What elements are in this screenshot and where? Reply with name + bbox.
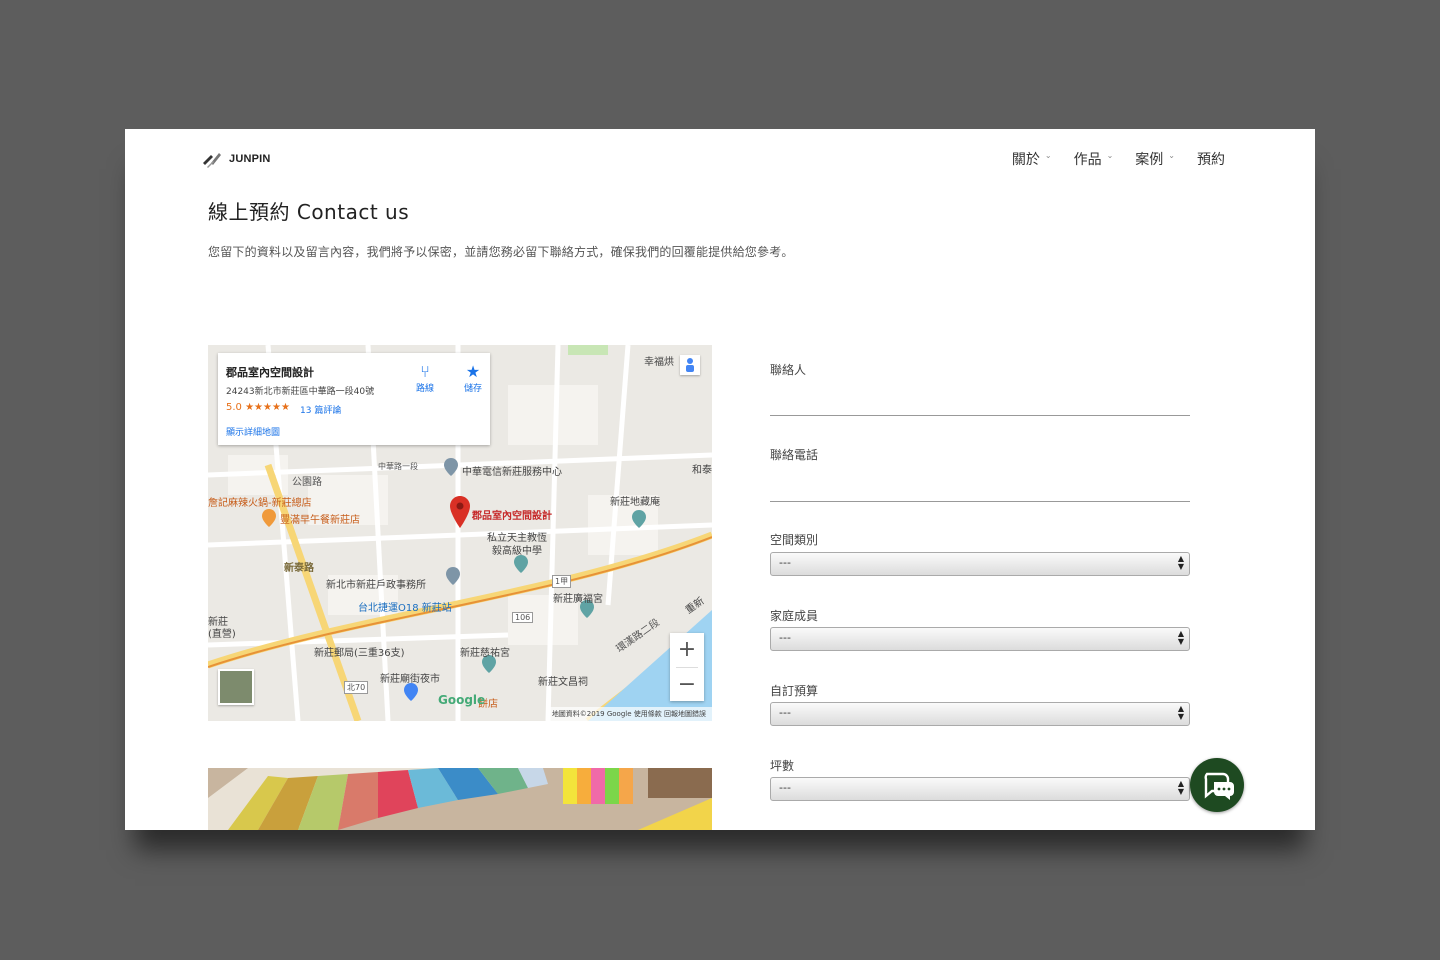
chevron-down-icon: ⌄ [1106, 150, 1114, 160]
poi-pin-icon [262, 509, 276, 527]
save-label: 儲存 [463, 384, 482, 394]
map-attribution[interactable]: 地圖資料©2019 Google 使用條款 回報地圖錯誤 [545, 707, 712, 721]
color-swatches-photo [208, 768, 712, 830]
star-icon: ★ [465, 362, 481, 381]
map-label: (直營) [208, 629, 236, 640]
map-label: 和泰 [692, 465, 712, 476]
phone-label: 聯絡電話 [770, 448, 819, 462]
chevron-down-icon: ⌄ [1168, 150, 1175, 160]
map-marker-label: 郡品室內空間設計 [472, 511, 552, 522]
nav-item-cases[interactable]: 案例 ⌄ [1135, 149, 1175, 169]
poi-pin-icon [632, 510, 646, 528]
route-shield: 北70 [344, 681, 369, 694]
logo-text: JUNPIN [229, 153, 271, 165]
directions-icon: ⑂ [420, 362, 430, 381]
family-members-label: 家庭成員 [770, 609, 819, 623]
map-label: 台北捷運O18 新莊站 [358, 603, 452, 614]
map-label: 新莊廟街夜市 [380, 674, 440, 685]
select-arrows-icon: ▲ ▼ [1177, 779, 1184, 796]
nav-item-works[interactable]: 作品 ⌄ [1074, 149, 1114, 169]
map-label: 新莊文昌祠 [538, 677, 588, 688]
google-logo: Google [438, 693, 486, 707]
contact-name-input[interactable] [770, 415, 1190, 416]
place-reviews-link[interactable]: 13 篇評論 [300, 403, 341, 416]
map-label: 中華電信新莊服務中心 [462, 467, 562, 478]
select-value: --- [779, 631, 791, 644]
map-label: 公園路 [292, 477, 322, 488]
nav-item-about[interactable]: 關於 ⌄ [1012, 149, 1052, 169]
save-place-button[interactable]: ★ 儲存 [455, 362, 491, 395]
route-shield: 106 [512, 612, 534, 623]
nav-item-label: 預約 [1197, 152, 1225, 168]
page-subtitle: 您留下的資料以及留言內容，我們將予以保密，並請您務必留下聯絡方式，確保我們的回覆… [208, 245, 794, 259]
chevron-down-icon: ⌄ [1044, 150, 1052, 160]
zoom-in-button[interactable]: + [670, 633, 704, 667]
map-label: 新北市新莊戶政事務所 [326, 580, 426, 591]
directions-button[interactable]: ⑂ 路線 [407, 362, 443, 395]
chat-button[interactable] [1190, 758, 1244, 812]
larger-map-link[interactable]: 顯示詳細地圖 [226, 425, 280, 438]
map-label: 新莊地藏庵 [610, 497, 660, 508]
logo-mark-icon [203, 153, 221, 168]
photo-image [208, 768, 712, 830]
google-map[interactable]: 郡品室內空間設計 24243新北市新莊區中華路一段40號 5.0 ★★★★★ 1… [208, 345, 712, 721]
main-nav: 關於 ⌄ 作品 ⌄ 案例 ⌄ 預約 [1012, 149, 1225, 169]
route-shield: 1甲 [552, 575, 572, 588]
map-label: 新莊廣福宮 [553, 594, 603, 605]
satellite-toggle[interactable] [218, 669, 254, 705]
place-rating: 5.0 ★★★★★ [226, 402, 290, 413]
location-pin-icon[interactable] [450, 496, 470, 528]
nav-item-label: 關於 [1011, 152, 1040, 168]
select-arrows-icon: ▲ ▼ [1177, 629, 1184, 646]
place-address: 24243新北市新莊區中華路一段40號 [226, 387, 375, 397]
budget-label: 自訂預算 [770, 684, 819, 698]
select-value: --- [779, 556, 791, 569]
place-name: 郡品室內空間設計 [226, 366, 314, 379]
place-info-card: 郡品室內空間設計 24243新北市新莊區中華路一段40號 5.0 ★★★★★ 1… [218, 353, 490, 445]
zoom-controls: + − [670, 633, 704, 701]
chat-bubble-icon [1204, 772, 1234, 800]
select-arrows-icon: ▲ ▼ [1177, 554, 1184, 571]
nav-item-label: 作品 [1073, 152, 1102, 168]
select-value: --- [779, 781, 791, 794]
directions-label: 路線 [415, 384, 434, 394]
area-size-label: 坪數 [770, 759, 795, 773]
map-label: 毅高級中學 [492, 546, 542, 557]
poi-pin-icon [444, 458, 458, 476]
nav-item-booking[interactable]: 預約 [1197, 149, 1225, 169]
poi-pin-icon [446, 567, 460, 585]
map-label: 中華路一段 [378, 462, 418, 471]
area-size-select[interactable]: --- ▲ ▼ [770, 777, 1190, 801]
phone-input[interactable] [770, 501, 1190, 502]
nav-item-label: 案例 [1135, 152, 1164, 168]
space-type-select[interactable]: --- ▲ ▼ [770, 552, 1190, 576]
family-members-select[interactable]: --- ▲ ▼ [770, 627, 1190, 651]
select-arrows-icon: ▲ ▼ [1177, 704, 1184, 721]
map-label: 豐滿早午餐新莊店 [280, 515, 360, 526]
map-label: 詹記麻辣火鍋-新莊總店 [208, 498, 312, 509]
map-label: 新莊郵局(三重36支) [314, 648, 405, 659]
map-label: 新泰路 [284, 563, 314, 574]
poi-pin-icon [404, 683, 418, 701]
budget-select[interactable]: --- ▲ ▼ [770, 702, 1190, 726]
map-label: 新莊慈祐宮 [460, 648, 510, 659]
space-type-label: 空間類別 [770, 533, 819, 547]
contact-name-label: 聯絡人 [770, 363, 807, 377]
poi-pin-icon [514, 555, 528, 573]
page-title: 線上預約 Contact us [208, 200, 410, 224]
site-logo[interactable]: JUNPIN [201, 149, 271, 169]
map-label: 幸福烘 [644, 357, 674, 368]
zoom-out-button[interactable]: − [670, 668, 704, 702]
street-view-pegman-icon[interactable] [680, 355, 700, 375]
page-container: JUNPIN 關於 ⌄ 作品 ⌄ 案例 ⌄ 預約 線上預約 Contact us… [125, 129, 1315, 830]
select-value: --- [779, 706, 791, 719]
